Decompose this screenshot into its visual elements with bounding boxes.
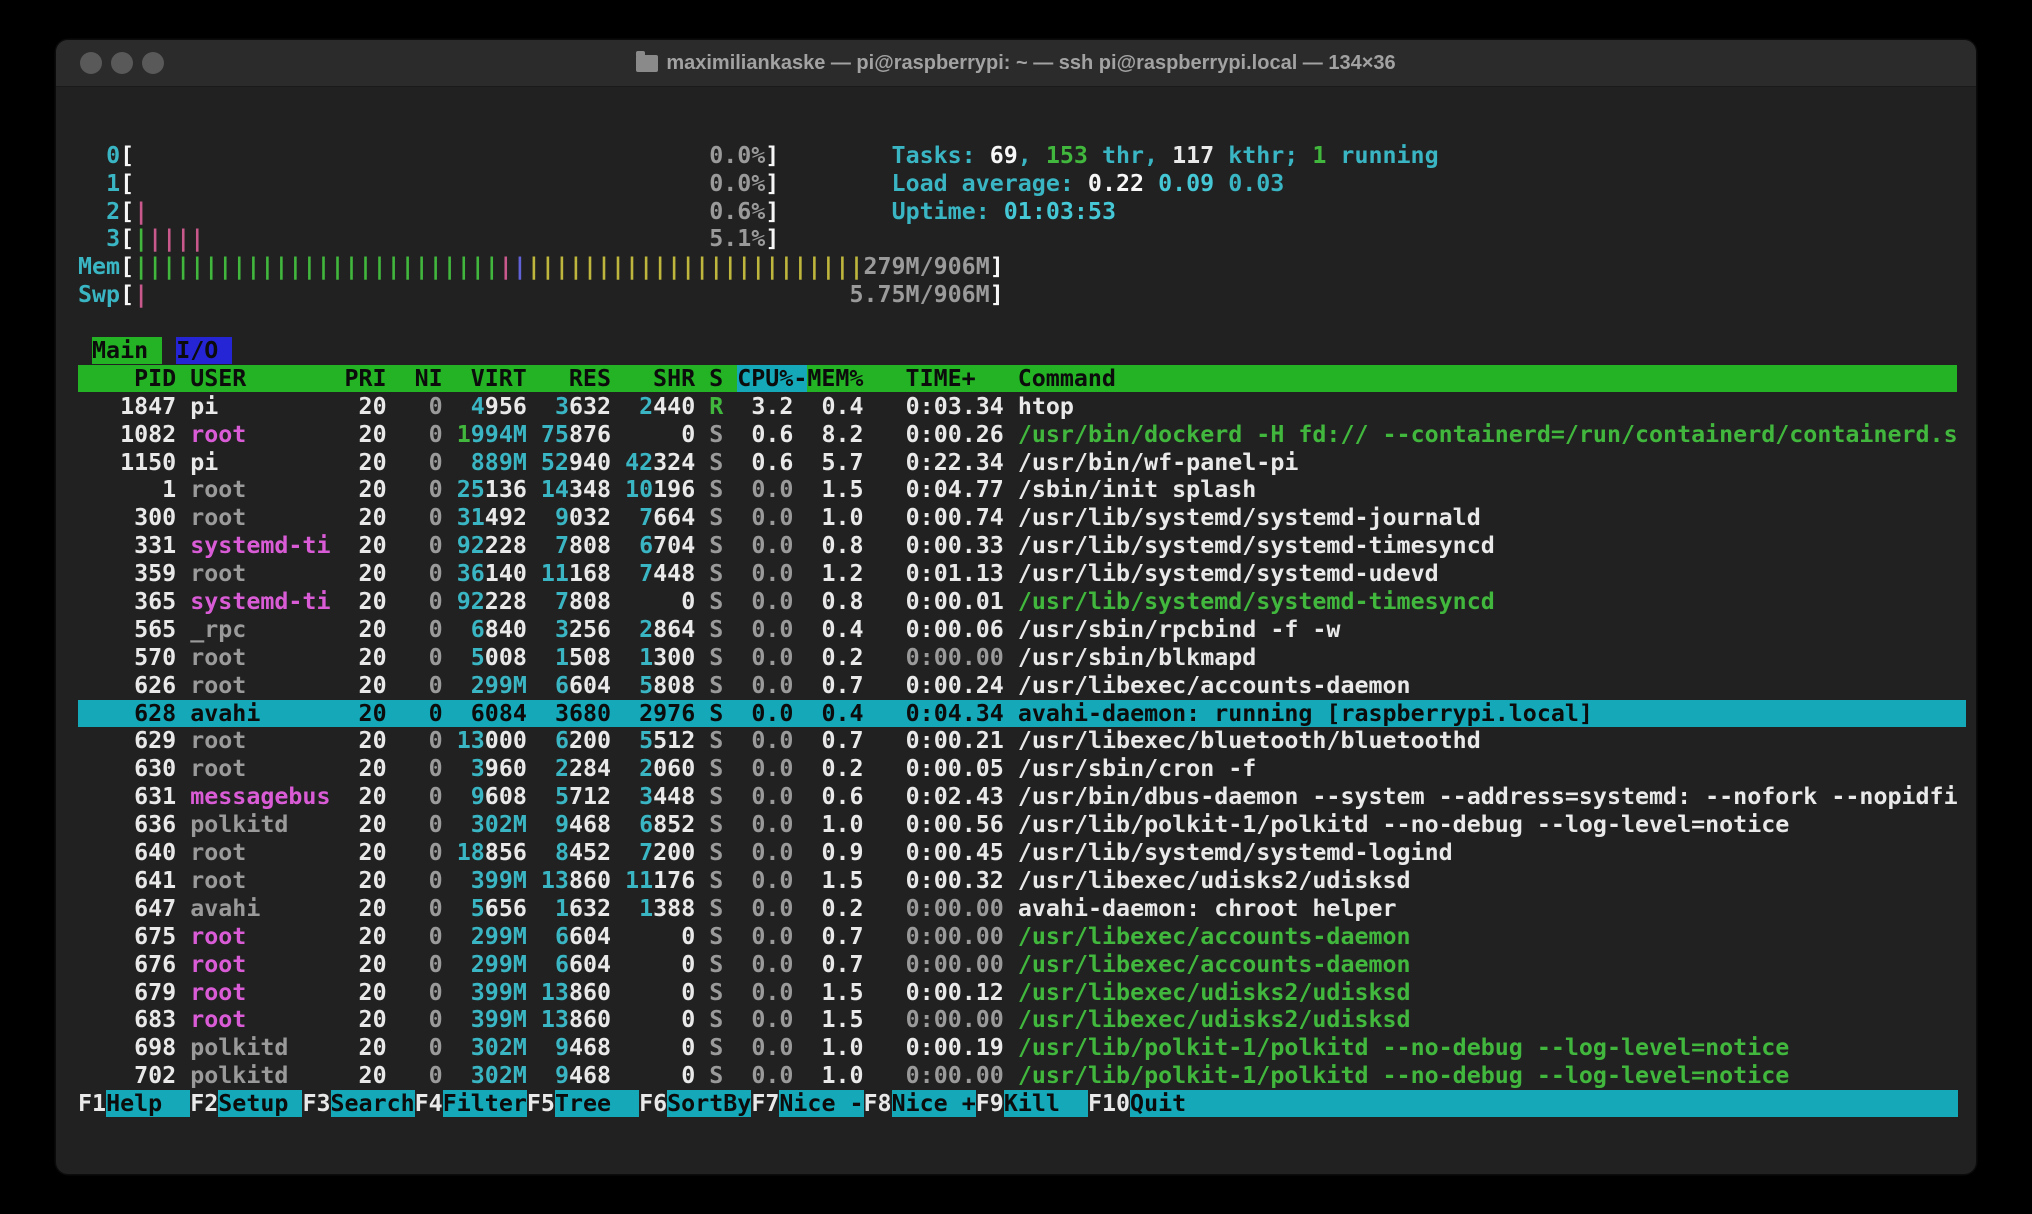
fkey-label-F2: F2 <box>190 1090 218 1117</box>
cpu-meter-0: 0[ 0.0%] Tasks: 69, 153 thr, 117 kthr; 1… <box>78 142 1966 170</box>
column-headers-left[interactable]: PID USER PRI NI VIRT RES SHR S <box>78 365 737 392</box>
process-row-630[interactable]: 630 root 20 0 3960 2284 2060 S 0.0 0.2 0… <box>78 755 1966 783</box>
fkey-action-F1[interactable]: Help <box>106 1090 190 1117</box>
process-row-679[interactable]: 679 root 20 0 399M 13860 0 S 0.0 1.5 0:0… <box>78 979 1966 1007</box>
fkey-label-F1: F1 <box>78 1090 106 1117</box>
fkey-label-F3: F3 <box>302 1090 330 1117</box>
fkey-action-F2[interactable]: Setup <box>218 1090 302 1117</box>
fkey-label-F8: F8 <box>864 1090 892 1117</box>
fkey-label-F4: F4 <box>415 1090 443 1117</box>
process-row-683[interactable]: 683 root 20 0 399M 13860 0 S 0.0 1.5 0:0… <box>78 1006 1966 1034</box>
swap-meter: Swp[| 5.75M/906M] <box>78 281 1966 309</box>
process-row-565[interactable]: 565 _rpc 20 0 6840 3256 2864 S 0.0 0.4 0… <box>78 616 1966 644</box>
process-row-676[interactable]: 676 root 20 0 299M 6604 0 S 0.0 0.7 0:00… <box>78 951 1966 979</box>
fkey-action-F10[interactable]: Quit <box>1130 1090 1958 1117</box>
cpu-meter-2: 2[| 0.6%] Uptime: 01:03:53 <box>78 198 1966 226</box>
process-row-359[interactable]: 359 root 20 0 36140 11168 7448 S 0.0 1.2… <box>78 560 1966 588</box>
fkey-label-F9: F9 <box>976 1090 1004 1117</box>
tab-io[interactable]: I/O <box>176 337 232 364</box>
window-title: maximiliankaske — pi@raspberrypi: ~ — ss… <box>666 52 1395 75</box>
fkey-action-F3[interactable]: Search <box>331 1090 415 1117</box>
process-row-570[interactable]: 570 root 20 0 5008 1508 1300 S 0.0 0.2 0… <box>78 644 1966 672</box>
function-key-bar[interactable]: F1Help F2Setup F3SearchF4FilterF5Tree F6… <box>78 1090 1966 1118</box>
cpu-meter-3: 3[||||| 5.1%] <box>78 225 1966 253</box>
zoom-button[interactable] <box>142 52 164 74</box>
fkey-action-F9[interactable]: Kill <box>1004 1090 1088 1117</box>
desktop: { "window": { "title": "maximiliankaske … <box>0 0 2032 1214</box>
process-row-647[interactable]: 647 avahi 20 0 5656 1632 1388 S 0.0 0.2 … <box>78 895 1966 923</box>
window-titlebar[interactable]: maximiliankaske — pi@raspberrypi: ~ — ss… <box>56 40 1976 87</box>
fkey-label-F6: F6 <box>639 1090 667 1117</box>
fkey-action-F4[interactable]: Filter <box>443 1090 527 1117</box>
fkey-action-F6[interactable]: SortBy <box>667 1090 751 1117</box>
minimize-button[interactable] <box>111 52 133 74</box>
fkey-action-F8[interactable]: Nice + <box>892 1090 976 1117</box>
process-row-641[interactable]: 641 root 20 0 399M 13860 11176 S 0.0 1.5… <box>78 867 1966 895</box>
blank-row <box>78 114 1966 142</box>
process-row-1[interactable]: 1 root 20 0 25136 14348 10196 S 0.0 1.5 … <box>78 476 1966 504</box>
screen-tabs: Main I/O <box>78 337 1966 365</box>
tab-main[interactable]: Main <box>92 337 162 364</box>
process-row-1847[interactable]: 1847 pi 20 0 4956 3632 2440 R 3.2 0.4 0:… <box>78 393 1966 421</box>
process-row-640[interactable]: 640 root 20 0 18856 8452 7200 S 0.0 0.9 … <box>78 839 1966 867</box>
process-row-331[interactable]: 331 systemd-ti 20 0 92228 7808 6704 S 0.… <box>78 532 1966 560</box>
process-row-300[interactable]: 300 root 20 0 31492 9032 7664 S 0.0 1.0 … <box>78 504 1966 532</box>
process-row-675[interactable]: 675 root 20 0 299M 6604 0 S 0.0 0.7 0:00… <box>78 923 1966 951</box>
table-header-row[interactable]: PID USER PRI NI VIRT RES SHR S CPU%-MEM%… <box>78 365 1966 393</box>
process-row-702[interactable]: 702 polkitd 20 0 302M 9468 0 S 0.0 1.0 0… <box>78 1062 1966 1090</box>
fkey-action-F7[interactable]: Nice - <box>779 1090 863 1117</box>
process-row-698[interactable]: 698 polkitd 20 0 302M 9468 0 S 0.0 1.0 0… <box>78 1034 1966 1062</box>
process-row-1082[interactable]: 1082 root 20 0 1994M 75876 0 S 0.6 8.2 0… <box>78 421 1966 449</box>
column-headers-right[interactable]: MEM% TIME+ Command <box>807 365 1957 392</box>
process-row-636[interactable]: 636 polkitd 20 0 302M 9468 6852 S 0.0 1.… <box>78 811 1966 839</box>
htop-screen: 0[ 0.0%] Tasks: 69, 153 thr, 117 kthr; 1… <box>78 86 1966 1174</box>
fkey-label-F5: F5 <box>527 1090 555 1117</box>
process-row-628[interactable]: 628 avahi 20 0 6084 3680 2976 S 0.0 0.4 … <box>78 700 1966 728</box>
close-button[interactable] <box>80 52 102 74</box>
cpu-meter-1: 1[ 0.0%] Load average: 0.22 0.09 0.03 <box>78 170 1966 198</box>
fkey-action-F5[interactable]: Tree <box>555 1090 639 1117</box>
traffic-lights <box>80 52 164 74</box>
terminal-window: maximiliankaske — pi@raspberrypi: ~ — ss… <box>56 40 1976 1174</box>
process-row-629[interactable]: 629 root 20 0 13000 6200 5512 S 0.0 0.7 … <box>78 727 1966 755</box>
memory-meter: Mem[||||||||||||||||||||||||||||||||||||… <box>78 253 1966 281</box>
fkey-label-F10: F10 <box>1088 1090 1130 1117</box>
fkey-label-F7: F7 <box>751 1090 779 1117</box>
process-row-1150[interactable]: 1150 pi 20 0 889M 52940 42324 S 0.6 5.7 … <box>78 449 1966 477</box>
process-row-631[interactable]: 631 messagebus 20 0 9608 5712 3448 S 0.0… <box>78 783 1966 811</box>
blank-row <box>78 309 1966 337</box>
column-header-sort-cpu[interactable]: CPU%- <box>737 365 807 392</box>
blank-row <box>78 86 1966 114</box>
folder-icon <box>636 55 658 72</box>
process-row-365[interactable]: 365 systemd-ti 20 0 92228 7808 0 S 0.0 0… <box>78 588 1966 616</box>
process-row-626[interactable]: 626 root 20 0 299M 6604 5808 S 0.0 0.7 0… <box>78 672 1966 700</box>
window-title-wrap: maximiliankaske — pi@raspberrypi: ~ — ss… <box>636 52 1395 75</box>
